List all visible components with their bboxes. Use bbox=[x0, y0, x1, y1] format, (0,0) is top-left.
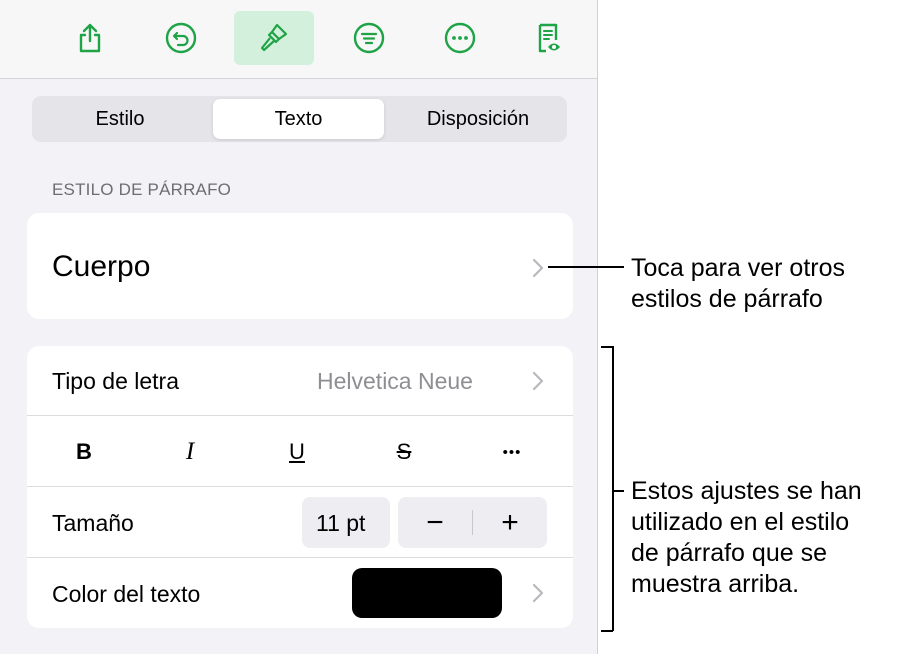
italic-button[interactable]: I bbox=[170, 432, 210, 472]
callout-text: Estos ajustes se han bbox=[631, 477, 862, 505]
format-button[interactable] bbox=[234, 11, 314, 65]
font-label: Tipo de letra bbox=[52, 368, 179, 394]
bracket-pointer bbox=[612, 490, 624, 492]
tab-disposicion[interactable]: Disposición bbox=[394, 99, 562, 139]
tab-estilo[interactable]: Estilo bbox=[36, 99, 204, 139]
paragraph-style-name: Cuerpo bbox=[52, 250, 151, 283]
strikethrough-button[interactable]: S bbox=[384, 432, 424, 472]
font-row[interactable]: Tipo de letra Helvetica Neue bbox=[27, 346, 573, 415]
divider bbox=[27, 415, 573, 416]
divider bbox=[27, 486, 573, 487]
font-size-field[interactable]: 11 pt bbox=[302, 497, 390, 548]
undo-button[interactable] bbox=[153, 11, 209, 65]
reading-view-button[interactable] bbox=[521, 11, 577, 65]
share-icon bbox=[79, 23, 101, 53]
text-color-swatch[interactable] bbox=[352, 568, 502, 618]
callout-text: utilizado en el estilo bbox=[631, 508, 850, 536]
font-value: Helvetica Neue bbox=[317, 368, 473, 394]
tab-control: Estilo Texto Disposición bbox=[32, 96, 567, 142]
more-options-button[interactable]: ••• bbox=[492, 432, 532, 472]
callout-line bbox=[548, 266, 624, 268]
paintbrush-icon bbox=[260, 23, 288, 52]
document-view-icon bbox=[538, 23, 560, 53]
share-button[interactable] bbox=[62, 11, 118, 65]
format-panel: Estilo Texto Disposición ESTILO DE PÁRRA… bbox=[0, 0, 598, 654]
callout-text: Toca para ver otros bbox=[631, 254, 845, 282]
font-settings-card: Tipo de letra Helvetica Neue Tamaño 11 p… bbox=[27, 346, 573, 628]
format-list-icon bbox=[353, 22, 385, 54]
text-color-label: Color del texto bbox=[52, 581, 201, 607]
increase-size-button[interactable]: + bbox=[473, 497, 547, 548]
size-stepper: − + bbox=[398, 497, 547, 548]
size-label: Tamaño bbox=[52, 510, 134, 536]
bold-button[interactable]: B bbox=[64, 432, 104, 472]
toolbar bbox=[0, 0, 597, 79]
bracket-vertical bbox=[612, 346, 614, 631]
undo-icon bbox=[165, 22, 197, 54]
underline-button[interactable]: U bbox=[277, 432, 317, 472]
bracket-bottom bbox=[601, 630, 613, 632]
more-button[interactable] bbox=[432, 11, 488, 65]
chevron-right-icon bbox=[532, 583, 544, 603]
tab-texto[interactable]: Texto bbox=[213, 99, 384, 139]
chevron-right-icon bbox=[532, 258, 544, 278]
more-icon bbox=[444, 22, 476, 54]
chevron-right-icon bbox=[532, 371, 544, 391]
section-header: ESTILO DE PÁRRAFO bbox=[52, 180, 232, 199]
callout-text: estilos de párrafo bbox=[631, 285, 823, 313]
decrease-size-button[interactable]: − bbox=[398, 497, 472, 548]
view-options-button[interactable] bbox=[341, 11, 397, 65]
callout-text: de párrafo que se bbox=[631, 539, 827, 567]
font-size-value: 11 pt bbox=[316, 510, 366, 536]
text-color-row[interactable]: Color del texto bbox=[27, 558, 573, 628]
callout-text: muestra arriba. bbox=[631, 570, 800, 598]
paragraph-style-row[interactable]: Cuerpo bbox=[27, 213, 573, 319]
